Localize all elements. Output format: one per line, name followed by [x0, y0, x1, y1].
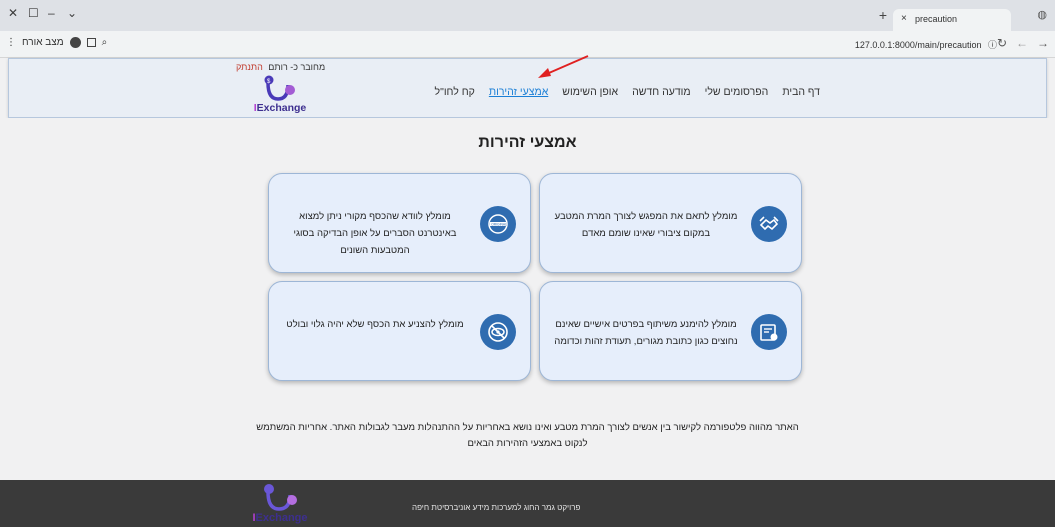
id-card-icon — [751, 314, 787, 350]
sidepanel-icon[interactable] — [86, 38, 96, 47]
browser-tab-bar: ✕ ☐ – ⌄ + × precaution ◍ — [0, 0, 1055, 31]
exchange-logo-icon: $ — [264, 75, 295, 101]
handshake-icon — [751, 206, 787, 242]
footer-text: פרויקט גמר החוג למערכות מידע אוניברסיטת … — [412, 503, 581, 512]
site-footer: IExchange פרויקט גמר החוג למערכות מידע א… — [0, 480, 1055, 527]
main-nav: דף הבית הפרסומים שלי מודעה חדשה אופן השי… — [435, 86, 820, 98]
footer-logo-text: IExchange — [252, 512, 308, 524]
user-status: מחובר כ- רותם התנתק — [236, 62, 325, 72]
guest-profile-icon[interactable] — [69, 37, 81, 48]
nav-how-to-use[interactable]: אופן השימוש — [562, 86, 618, 98]
main-content: אמצעי זהירות מומלץ לתאם את המפגש לצורך ה… — [0, 118, 1055, 480]
url-field[interactable]: 127.0.0.1:8000/main/precaution ⓘ — [855, 38, 997, 51]
nav-new-ad[interactable]: מודעה חדשה — [632, 86, 691, 98]
precaution-card-public-place: מומלץ לתאם את המפגש לצורך המרת המטבע במק… — [539, 173, 802, 273]
tab-close-icon[interactable]: × — [901, 13, 907, 24]
back-icon[interactable]: ← — [1016, 36, 1028, 50]
nav-my-posts[interactable]: הפרסומים שלי — [705, 86, 769, 98]
url-text: 127.0.0.1:8000/main/precaution — [854, 40, 982, 50]
site-header: מחובר כ- רותם התנתק $ IExchange דף הבית … — [8, 58, 1047, 118]
site-info-icon[interactable]: ⓘ — [988, 40, 997, 50]
address-bar: ⋮ מצב אורח ⌕ 127.0.0.1:8000/main/precaut… — [0, 31, 1055, 58]
nav-precautions[interactable]: אמצעי זהירות — [489, 86, 548, 98]
precaution-card-verify-money: מומלץ לוודא שהכסף מקורי ניתן למצוא באינט… — [268, 173, 531, 273]
footer-logo: IExchange — [240, 482, 320, 527]
reload-icon[interactable]: ↻ — [997, 36, 1007, 50]
disclaimer-text: האתר מהווה פלטפורמה לקישור בין אנשים לצו… — [256, 422, 799, 449]
logout-link[interactable]: התנתק — [236, 62, 263, 72]
close-window-icon[interactable]: ✕ — [8, 6, 18, 20]
eye-off-icon — [480, 314, 516, 350]
card-text: מומלץ להימנע משיתוף בפרטים אישיים שאינם … — [554, 319, 738, 347]
original-stamp-icon: ORIGINAL — [480, 206, 516, 242]
user-greeting: מחובר כ- רותם — [268, 62, 326, 72]
card-text: מומלץ להצניע את הכסף שלא יהיה גלוי ובולט — [286, 319, 464, 330]
exchange-logo-icon — [264, 484, 297, 511]
tab-list-chevron-icon[interactable]: ⌄ — [67, 6, 77, 20]
menu-dots-icon[interactable]: ⋮ — [6, 37, 16, 48]
nav-home[interactable]: דף הבית — [782, 86, 820, 98]
tab-title: precaution — [915, 14, 958, 24]
precaution-card-personal-details: מומלץ להימנע משיתוף בפרטים אישיים שאינם … — [539, 281, 802, 381]
card-text: מומלץ לתאם את המפגש לצורך המרת המטבע במק… — [554, 211, 738, 239]
precaution-card-hide-money: מומלץ להצניע את הכסף שלא יהיה גלוי ובולט — [268, 281, 531, 381]
search-icon[interactable]: ⌕ — [102, 37, 108, 48]
restore-window-icon[interactable]: ☐ — [28, 6, 39, 20]
minimize-window-icon[interactable]: – — [48, 6, 55, 20]
svg-text:ORIGINAL: ORIGINAL — [491, 222, 507, 226]
annotation-arrow-icon — [538, 55, 589, 78]
globe-icon: ◍ — [1037, 9, 1047, 21]
browser-tab[interactable]: × precaution — [893, 9, 1011, 31]
forward-icon[interactable]: → — [1037, 36, 1049, 50]
new-tab-button[interactable]: + — [879, 7, 887, 23]
nav-take-abroad[interactable]: קח לחו"ל — [435, 86, 475, 98]
card-text: מומלץ לוודא שהכסף מקורי ניתן למצוא באינט… — [293, 211, 457, 256]
profile-label[interactable]: מצב אורח — [22, 37, 64, 48]
site-logo[interactable]: $ IExchange — [250, 73, 310, 117]
page-title: אמצעי זהירות — [478, 134, 577, 151]
logo-text: IExchange — [253, 102, 307, 114]
